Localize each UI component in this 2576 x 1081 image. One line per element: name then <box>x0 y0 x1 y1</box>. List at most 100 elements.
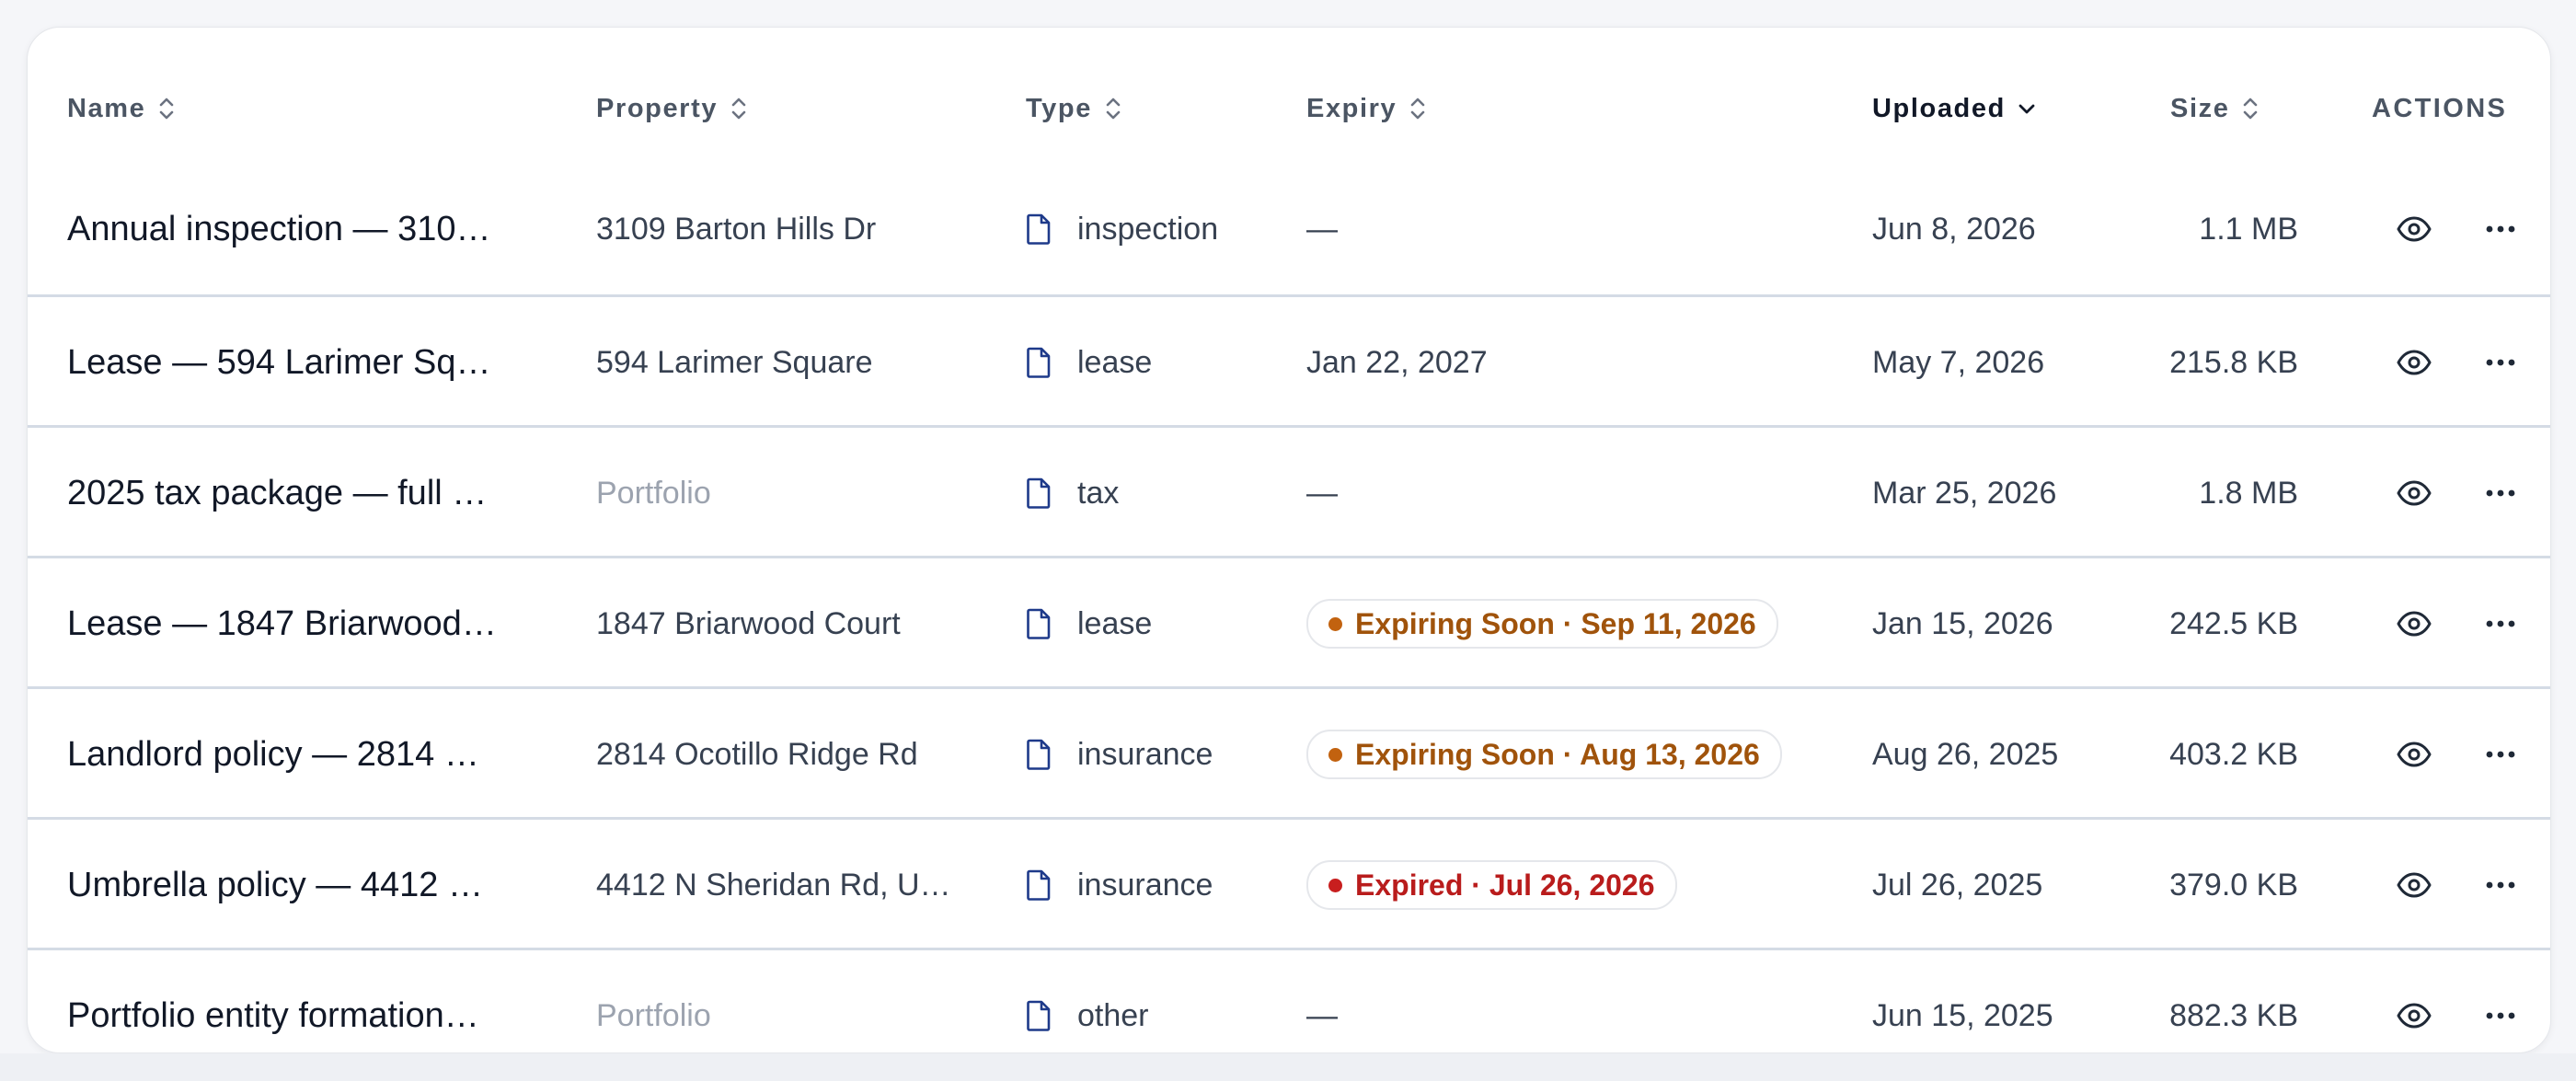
more-horizontal-icon <box>2486 881 2515 889</box>
property-cell: Portfolio <box>596 475 711 511</box>
badge-label: Expiring Soon · Sep 11, 2026 <box>1355 606 1756 640</box>
column-header-size[interactable]: Size <box>2170 90 2260 127</box>
uploaded-date: May 7, 2026 <box>1872 344 2045 380</box>
document-name[interactable]: Lease — 1847 Briarwood… <box>67 558 497 689</box>
more-actions-button[interactable] <box>2482 820 2519 950</box>
uploaded-date: Jul 26, 2025 <box>1872 867 2043 903</box>
column-header-label: Expiry <box>1306 93 1397 123</box>
table-row[interactable]: Landlord policy — 2814 … 2814 Ocotillo R… <box>28 686 2550 820</box>
sort-updown-icon <box>160 98 174 120</box>
table-row[interactable]: Lease — 1847 Briarwood… 1847 Briarwood C… <box>28 556 2550 689</box>
table-row[interactable]: Annual inspection — 310… 3109 Barton Hil… <box>28 164 2550 294</box>
file-icon <box>1027 347 1051 378</box>
document-name[interactable]: Annual inspection — 310… <box>67 164 491 294</box>
badge-label: Expired · Jul 26, 2026 <box>1355 868 1655 902</box>
more-actions-button[interactable] <box>2482 689 2519 820</box>
expiry-cell: — <box>1306 475 1338 511</box>
eye-icon <box>2397 350 2432 375</box>
sort-updown-icon <box>2244 98 2258 120</box>
file-size: 882.3 KB <box>2169 997 2298 1033</box>
property-cell: Portfolio <box>596 997 711 1033</box>
type-label: tax <box>1077 475 1120 511</box>
view-button[interactable] <box>2396 950 2432 1052</box>
sort-updown-icon <box>1410 98 1425 120</box>
expiry-cell: Expired · Jul 26, 2026 <box>1306 820 1677 950</box>
view-button[interactable] <box>2396 297 2432 428</box>
column-header-expiry[interactable]: Expiry <box>1306 90 1428 127</box>
more-horizontal-icon <box>2486 751 2515 758</box>
property-cell: 2814 Ocotillo Ridge Rd <box>596 736 918 772</box>
table-row[interactable]: 2025 tax package — full … Portfolio tax … <box>28 425 2550 558</box>
status-dot <box>1328 616 1342 631</box>
type-label: insurance <box>1077 736 1213 772</box>
property-cell: 1847 Briarwood Court <box>596 605 901 641</box>
type-label: insurance <box>1077 867 1213 903</box>
uploaded-date: Jun 15, 2025 <box>1872 997 2053 1033</box>
expiring-soon-badge: Expiring Soon · Sep 11, 2026 <box>1306 599 1778 649</box>
view-button[interactable] <box>2396 428 2432 558</box>
type-label: other <box>1077 997 1149 1033</box>
column-header-label: Type <box>1026 93 1092 123</box>
column-header-uploaded[interactable]: Uploaded <box>1872 90 2037 127</box>
file-icon <box>1027 608 1051 639</box>
more-actions-button[interactable] <box>2482 164 2519 294</box>
document-name[interactable]: 2025 tax package — full … <box>67 428 487 558</box>
expiring-soon-badge: Expiring Soon · Aug 13, 2026 <box>1306 730 1782 779</box>
column-header-label: Uploaded <box>1872 93 2006 123</box>
sort-updown-icon <box>1106 98 1121 120</box>
type-cell: insurance <box>1026 689 1213 820</box>
view-button[interactable] <box>2396 558 2432 689</box>
more-horizontal-icon <box>2486 1012 2515 1019</box>
uploaded-date: Mar 25, 2026 <box>1872 475 2057 511</box>
type-label: inspection <box>1077 211 1219 247</box>
type-cell: lease <box>1026 558 1152 689</box>
file-size: 1.8 MB <box>2199 475 2298 511</box>
more-actions-button[interactable] <box>2482 428 2519 558</box>
uploaded-date: Aug 26, 2025 <box>1872 736 2059 772</box>
document-name[interactable]: Portfolio entity formation… <box>67 950 479 1052</box>
file-icon <box>1027 477 1051 509</box>
view-button[interactable] <box>2396 164 2432 294</box>
view-button[interactable] <box>2396 820 2432 950</box>
column-header-property[interactable]: Property <box>596 90 749 127</box>
column-header-label: Name <box>67 93 146 123</box>
more-actions-button[interactable] <box>2482 558 2519 689</box>
eye-icon <box>2397 216 2432 242</box>
uploaded-date: Jan 15, 2026 <box>1872 605 2053 641</box>
file-size: 379.0 KB <box>2169 867 2298 903</box>
property-cell: 3109 Barton Hills Dr <box>596 211 877 247</box>
type-label: lease <box>1077 344 1153 380</box>
file-icon <box>1027 1000 1051 1031</box>
expiry-cell: Expiring Soon · Aug 13, 2026 <box>1306 689 1782 820</box>
more-actions-button[interactable] <box>2482 950 2519 1052</box>
eye-icon <box>2397 611 2432 637</box>
property-cell: 4412 N Sheridan Rd, U… <box>596 867 951 903</box>
more-horizontal-icon <box>2486 620 2515 627</box>
eye-icon <box>2397 872 2432 898</box>
file-icon <box>1027 869 1051 901</box>
document-name[interactable]: Umbrella policy — 4412 … <box>67 820 483 950</box>
column-header-actions: ACTIONS <box>2372 90 2507 127</box>
table-row[interactable]: Umbrella policy — 4412 … 4412 N Sheridan… <box>28 817 2550 950</box>
document-name[interactable]: Lease — 594 Larimer Sq… <box>67 297 490 428</box>
more-actions-button[interactable] <box>2482 297 2519 428</box>
type-cell: tax <box>1026 428 1119 558</box>
view-button[interactable] <box>2396 689 2432 820</box>
documents-table: Name Property Type Expiry Uploaded Size … <box>27 27 2551 1053</box>
column-header-type[interactable]: Type <box>1026 90 1123 127</box>
file-icon <box>1027 739 1051 770</box>
property-cell: 594 Larimer Square <box>596 344 873 380</box>
eye-icon <box>2397 742 2432 767</box>
type-cell: inspection <box>1026 164 1218 294</box>
chevron-down-icon <box>2018 104 2035 114</box>
table-row[interactable]: Lease — 594 Larimer Sq… 594 Larimer Squa… <box>28 294 2550 428</box>
column-header-name[interactable]: Name <box>67 90 177 127</box>
document-name[interactable]: Landlord policy — 2814 … <box>67 689 479 820</box>
table-header: Name Property Type Expiry Uploaded Size … <box>28 28 2550 164</box>
file-size: 215.8 KB <box>2169 344 2298 380</box>
page-footer-strip <box>0 1053 2576 1081</box>
table-row[interactable]: Portfolio entity formation… Portfolio ot… <box>28 948 2550 1052</box>
more-horizontal-icon <box>2486 359 2515 366</box>
type-cell: lease <box>1026 297 1152 428</box>
column-header-label: ACTIONS <box>2372 93 2508 123</box>
